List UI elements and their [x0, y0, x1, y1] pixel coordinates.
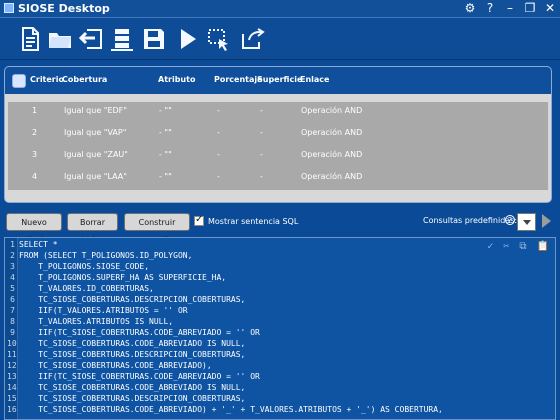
select-area-icon[interactable] — [205, 25, 233, 53]
sql-line: 9 IIF(TC_SIOSE_COBERTURAS.CODE_ABREVIADO… — [10, 328, 260, 337]
atributo-cell: - "" — [159, 172, 172, 181]
main-area: Criterio Cobertura Atributo Porcentaje S… — [0, 60, 560, 420]
enlace-cell: Operación AND — [301, 128, 363, 137]
title-bar: SIOSE Desktop ⚙ ? – ❐ ✕ — [0, 0, 560, 17]
play-icon[interactable] — [173, 25, 201, 53]
sql-editor[interactable]: ✓ ✂ ⧉ 📋 1 SELECT * 2 FROM (SELECT T_POLIGO… — [4, 237, 556, 420]
window-title: SIOSE Desktop — [18, 2, 110, 15]
enlace-cell: Operación AND — [301, 150, 363, 159]
table-row[interactable]: 4 Igual que "LAA" - "" - - Operación AND — [8, 168, 548, 190]
folder-open-icon[interactable] — [46, 25, 74, 53]
sql-line: 10 TC_SIOSE_COBERTURAS.CODE_ABREVIADO IS… — [7, 339, 246, 348]
main-toolbar — [0, 17, 560, 60]
run-predefined-icon[interactable] — [542, 214, 551, 228]
table-row[interactable]: 1 Igual que "EDF" - "" - - Operación AND — [8, 102, 548, 124]
sql-line: 1 SELECT * — [10, 240, 58, 249]
sql-line: 14 TC_SIOSE_COBERTURAS.CODE_ABREVIADO IS… — [7, 383, 246, 392]
show-sql-checkbox[interactable] — [194, 214, 204, 226]
sql-line: 7 IIF(T_VALORES.ATRIBUTOS = '' OR — [10, 306, 188, 315]
superficie-cell: - — [260, 150, 263, 159]
show-sql-toggle[interactable]: Mostrar sentencia SQL — [194, 214, 299, 226]
sql-line: 5 T_VALORES.ID_COBERTURAS, — [10, 284, 154, 293]
criterio-cell: 4 — [32, 172, 38, 181]
return-arrow-icon[interactable] — [77, 25, 105, 53]
porcentaje-cell: - — [217, 150, 220, 159]
superficie-cell: - — [260, 172, 263, 181]
table-header: Criterio Cobertura Atributo Porcentaje S… — [5, 67, 551, 94]
sql-line: 15 TC_SIOSE_COBERTURAS.DESCRIPCION_COBER… — [7, 394, 246, 403]
cobertura-cell: Igual que "EDF" — [64, 106, 127, 115]
help-icon[interactable]: ? — [505, 215, 515, 225]
sql-line: 16 TC_SIOSE_COBERTURAS.CODE_ABREVIADO) +… — [7, 405, 443, 414]
superficie-cell: - — [260, 128, 263, 137]
sql-line: 8 T_VALORES.ATRIBUTOS IS NULL, — [10, 317, 174, 326]
action-bar: Nuevo criterio Borrar todos Construir co… — [0, 209, 560, 244]
export-icon[interactable] — [238, 25, 266, 53]
atributo-cell: - "" — [159, 150, 172, 159]
superficie-cell: - — [260, 106, 263, 115]
sql-line: 13 IIF(TC_SIOSE_COBERTURAS.CODE_ABREVIAD… — [7, 372, 260, 381]
col-atributo[interactable]: Atributo — [158, 75, 195, 84]
window-controls: ⚙ ? – ❐ ✕ — [464, 1, 556, 15]
col-cobertura[interactable]: Cobertura — [62, 75, 107, 84]
porcentaje-cell: - — [217, 106, 220, 115]
atributo-cell: - "" — [159, 128, 172, 137]
cobertura-cell: Igual que "LAA" — [64, 172, 127, 181]
criterio-cell: 1 — [32, 106, 38, 115]
sql-line: 11 TC_SIOSE_COBERTURAS.DESCRIPCION_COBER… — [7, 350, 246, 359]
close-icon[interactable]: ✕ — [544, 1, 556, 15]
sql-line: 2 FROM (SELECT T_POLIGONOS.ID_POLYGON, — [10, 251, 193, 260]
porcentaje-cell: - — [217, 128, 220, 137]
clear-all-button[interactable]: Borrar todos — [67, 213, 118, 244]
col-criterio[interactable]: Criterio — [30, 75, 64, 84]
predefined-queries-label: Consultas predefinidas: — [423, 216, 518, 225]
maximize-icon[interactable]: ❐ — [524, 1, 536, 15]
document-icon[interactable] — [16, 25, 44, 53]
col-porcentaje[interactable]: Porcentaje — [214, 75, 263, 84]
app-icon — [4, 3, 14, 13]
porcentaje-cell: - — [217, 172, 220, 181]
col-enlace[interactable]: Enlace — [300, 75, 329, 84]
cobertura-cell: Igual que "ZAU" — [64, 150, 128, 159]
cobertura-cell: Igual que "VAP" — [64, 128, 127, 137]
sql-line: 6 TC_SIOSE_COBERTURAS.DESCRIPCION_COBERT… — [10, 295, 246, 304]
sql-line: 3 T_POLIGONOS.SIOSE_CODE, — [10, 262, 150, 271]
enlace-cell: Operación AND — [301, 106, 363, 115]
build-query-button[interactable]: Construir consulta — [124, 213, 190, 244]
help-icon[interactable]: ? — [484, 1, 496, 15]
settings-icon[interactable]: ⚙ — [464, 1, 476, 15]
atributo-cell: - "" — [159, 106, 172, 115]
criterio-cell: 2 — [32, 128, 38, 137]
server-icon[interactable] — [108, 25, 136, 53]
criterio-cell: 3 — [32, 150, 38, 159]
table-row[interactable]: 3 Igual que "ZAU" - "" - - Operación AND — [8, 146, 548, 168]
new-criterion-button[interactable]: Nuevo criterio — [6, 213, 62, 244]
show-sql-label: Mostrar sentencia SQL — [208, 216, 299, 226]
sql-line: 4 T_POLIGONOS.SUPERF_HA AS SUPERFICIE_HA… — [10, 273, 227, 282]
enlace-cell: Operación AND — [301, 172, 363, 181]
save-icon[interactable] — [140, 25, 168, 53]
minimize-icon[interactable]: – — [504, 1, 516, 15]
criteria-table: Criterio Cobertura Atributo Porcentaje S… — [4, 66, 552, 203]
predefined-query-dropdown[interactable] — [517, 213, 536, 231]
row-selector-corner[interactable] — [12, 74, 26, 88]
table-rows: 1 Igual que "EDF" - "" - - Operación AND… — [8, 102, 548, 190]
table-row[interactable]: 2 Igual que "VAP" - "" - - Operación AND — [8, 124, 548, 146]
table-body: 1 Igual que "EDF" - "" - - Operación AND… — [5, 94, 551, 202]
col-superficie[interactable]: Superficie — [257, 75, 302, 84]
sql-line: 12 TC_SIOSE_COBERTURAS.CODE_ABREVIADO), — [7, 361, 212, 370]
